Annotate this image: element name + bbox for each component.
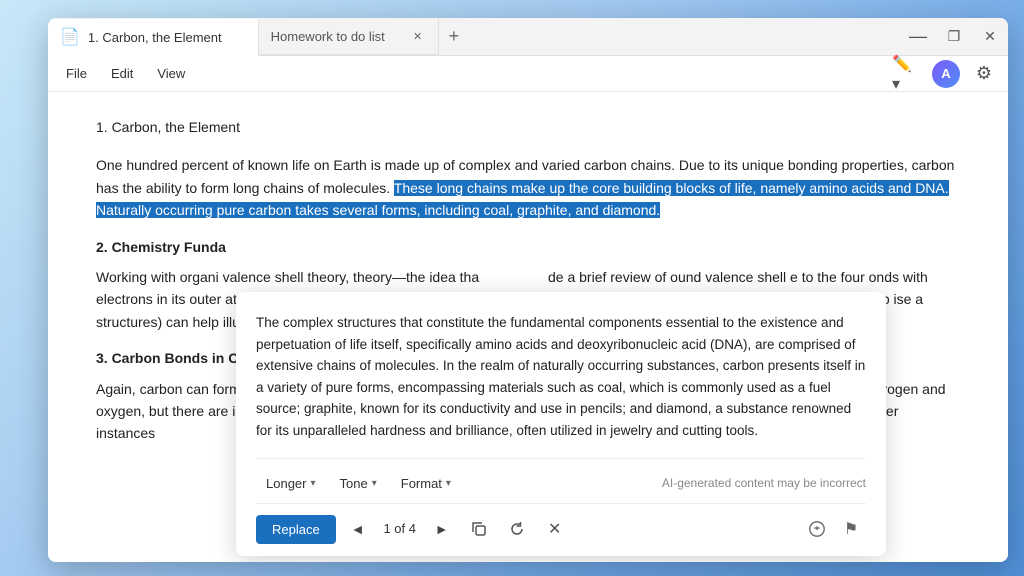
tab-label-homework: Homework to do list: [271, 29, 385, 44]
tab-homework[interactable]: Homework to do list ✕: [259, 18, 439, 55]
menu-file[interactable]: File: [56, 62, 97, 85]
menu-bar: File Edit View ✏️ ▾ A ⚙: [48, 56, 1008, 92]
avatar[interactable]: A: [932, 60, 960, 88]
tab-carbon[interactable]: 📄 1. Carbon, the Element: [48, 19, 259, 56]
longer-dropdown-arrow: ▾: [310, 476, 315, 492]
ai-popup-text: The complex structures that constitute t…: [256, 312, 866, 442]
tone-dropdown-arrow: ▾: [372, 476, 377, 492]
ai-popup-toolbar: Longer ▾ Tone ▾ Format ▾ AI-generated co…: [256, 458, 866, 500]
flag-button[interactable]: ⚑: [836, 514, 866, 544]
copy-button[interactable]: [464, 514, 494, 544]
title-bar: 📄 1. Carbon, the Element Homework to do …: [48, 18, 1008, 56]
settings-icon[interactable]: ⚙: [968, 58, 1000, 90]
tab-area: 📄 1. Carbon, the Element Homework to do …: [48, 18, 474, 55]
next-nav-button[interactable]: ►: [428, 515, 456, 543]
dislike-button[interactable]: [802, 514, 832, 544]
section-2-heading: 2. Chemistry Funda: [96, 236, 960, 258]
tab-icon: 📄: [60, 27, 80, 47]
pen-icon[interactable]: ✏️ ▾: [892, 58, 924, 90]
refresh-button[interactable]: [502, 514, 532, 544]
document-content: 1. Carbon, the Element One hundred perce…: [48, 92, 1008, 562]
menu-edit[interactable]: Edit: [101, 62, 143, 85]
doc-main-title: 1. Carbon, the Element: [96, 116, 960, 138]
nav-count: 1 of 4: [380, 519, 420, 540]
replace-bar: Replace ◄ 1 of 4 ► ✕ ⚑: [256, 503, 866, 544]
prev-nav-button[interactable]: ◄: [344, 515, 372, 543]
title-bar-drag: [474, 18, 900, 55]
format-dropdown[interactable]: Format ▾: [391, 469, 461, 500]
menu-view[interactable]: View: [147, 62, 195, 85]
tab-close-homework[interactable]: ✕: [410, 28, 426, 44]
format-dropdown-arrow: ▾: [446, 476, 451, 492]
menu-right: ✏️ ▾ A ⚙: [892, 58, 1000, 90]
app-window: 📄 1. Carbon, the Element Homework to do …: [48, 18, 1008, 562]
ai-disclaimer: AI-generated content may be incorrect: [662, 474, 866, 493]
maximize-button[interactable]: ❐: [936, 23, 972, 51]
close-popup-button[interactable]: ✕: [540, 514, 570, 544]
close-button[interactable]: ✕: [972, 23, 1008, 51]
tab-label-carbon: 1. Carbon, the Element: [88, 30, 222, 45]
right-action-buttons: ⚑: [802, 514, 866, 544]
window-controls: — ❐ ✕: [900, 18, 1008, 55]
doc-paragraph-1: One hundred percent of known life on Ear…: [96, 154, 960, 221]
ai-popup: The complex structures that constitute t…: [236, 292, 886, 556]
replace-button[interactable]: Replace: [256, 515, 336, 544]
tab-close-carbon[interactable]: [230, 29, 246, 45]
longer-dropdown[interactable]: Longer ▾: [256, 469, 326, 500]
tone-dropdown[interactable]: Tone ▾: [330, 469, 387, 500]
tab-add-button[interactable]: +: [439, 18, 470, 55]
minimize-button[interactable]: —: [900, 23, 936, 51]
